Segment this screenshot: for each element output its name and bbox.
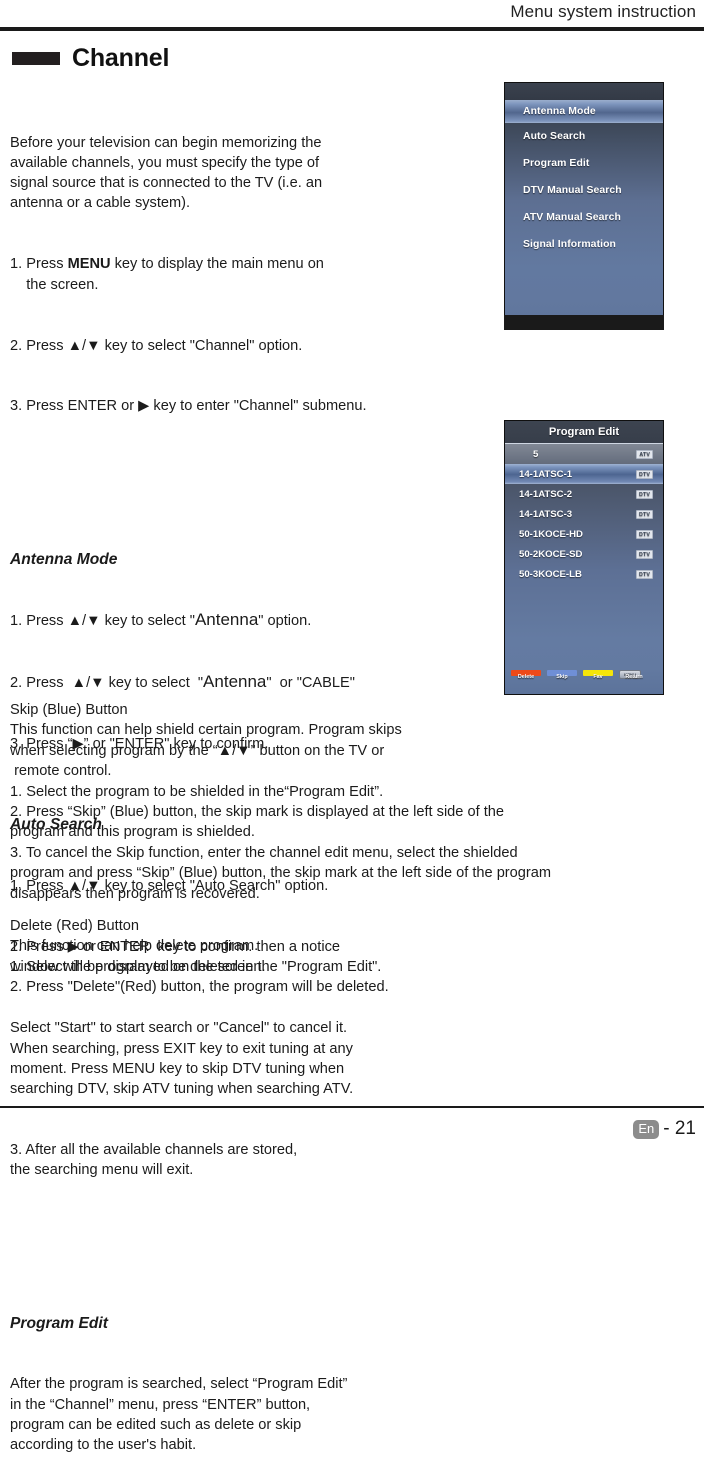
antenna-step-2-c: " or "CABLE" bbox=[266, 675, 355, 692]
spacer-1 bbox=[10, 478, 480, 489]
osd-menu-item-label: Antenna Mode bbox=[523, 106, 596, 117]
antenna-step-1-c: " option. bbox=[258, 613, 312, 630]
page-footer: En - 21 bbox=[633, 1118, 696, 1140]
osd-color-button[interactable]: MENU Return bbox=[619, 670, 649, 680]
osd-channel-type-badge: DTV bbox=[636, 489, 653, 499]
osd-channel-type-badge: DTV bbox=[636, 469, 653, 479]
osd-channel-name: 50-1KOCE-HD bbox=[519, 528, 583, 540]
osd-color-button[interactable]: Delete bbox=[511, 670, 541, 680]
osd-channel-name: 50-3KOCE-LB bbox=[519, 568, 582, 580]
intro-step-2: 2. Press ▲/▼ key to select "Channel" opt… bbox=[10, 337, 303, 354]
osd-channel-type-badge: DTV bbox=[636, 569, 653, 579]
program-edit-heading: Program Edit bbox=[10, 1314, 108, 1332]
osd-menu-item[interactable]: Antenna Mode bbox=[505, 100, 663, 123]
osd-program-edit-row-list: 5 ATV 14-1ATSC-1 DTV 14-1ATSC-2 DTV 14-1ATSC-3… bbox=[505, 444, 663, 584]
antenna-step-1: 1. Press ▲/▼ key to select "Antenna" opt… bbox=[10, 610, 480, 631]
skip-button-section: Skip (Blue) Button This function can hel… bbox=[10, 700, 670, 904]
skip-section-heading: Skip (Blue) Button bbox=[10, 702, 128, 718]
osd-channel-type-badge: DTV bbox=[636, 529, 653, 539]
intro-step-1-key: MENU bbox=[67, 256, 111, 273]
osd-channel-row[interactable]: 50-1KOCE-HD DTV bbox=[505, 524, 663, 544]
osd-antenna-item-list: Antenna Mode Auto Search Program Edit DTV M… bbox=[505, 100, 663, 258]
osd-channel-name: 50-2KOCE-SD bbox=[519, 548, 583, 560]
osd-channel-type-badge: DTV bbox=[636, 509, 653, 519]
osd-color-button-label: Delete bbox=[517, 674, 535, 680]
osd-channel-name: 14-1ATSC-2 bbox=[519, 488, 573, 500]
osd-color-button[interactable]: Skip bbox=[547, 670, 577, 680]
osd-channel-row[interactable]: 14-1ATSC-3 DTV bbox=[505, 504, 663, 524]
osd-channel-name: 14-1ATSC-3 bbox=[519, 508, 573, 520]
osd-program-edit-color-buttons: Delete Skip Fav MENU Return bbox=[505, 670, 663, 686]
osd-channel-type-badge: ATV bbox=[636, 449, 653, 459]
delete-section-heading: Delete (Red) Button bbox=[10, 918, 139, 934]
auto-search-body: Select "Start" to start search or "Cance… bbox=[10, 1020, 354, 1098]
page-header-title: Menu system instruction bbox=[510, 2, 696, 21]
osd-menu-item[interactable]: ATV Manual Search bbox=[505, 204, 663, 231]
osd-menu-item-label: Program Edit bbox=[523, 158, 590, 169]
antenna-step-2-a: 2. Press ▲/▼ key to select " bbox=[10, 675, 204, 692]
osd-channel-name: 5 bbox=[533, 448, 539, 460]
antenna-step-1-a: 1. Press ▲/▼ key to select " bbox=[10, 613, 195, 630]
osd-program-edit-menu: Program Edit 5 ATV 14-1ATSC-1 DTV 14-1ATSC-2… bbox=[504, 420, 664, 695]
intro-step-3: 3. Press ENTER or ▶ key to enter "Channe… bbox=[10, 398, 367, 415]
osd-color-button-label: Skip bbox=[556, 674, 568, 680]
osd-color-button-label: Fav bbox=[593, 674, 603, 680]
spacer-2 bbox=[10, 1242, 480, 1253]
page-header: Menu system instruction bbox=[0, 0, 704, 34]
osd-channel-row[interactable]: 14-1ATSC-2 DTV bbox=[505, 484, 663, 504]
osd-menu-item[interactable]: DTV Manual Search bbox=[505, 177, 663, 204]
osd-menu-item-label: DTV Manual Search bbox=[523, 185, 622, 196]
osd-channel-row[interactable]: 5 ATV bbox=[505, 444, 663, 464]
footer-page-number: - 21 bbox=[663, 1118, 696, 1139]
osd-channel-row[interactable]: 14-1ATSC-1 DTV bbox=[505, 464, 663, 484]
osd-menu-item[interactable]: Signal Information bbox=[505, 231, 663, 258]
antenna-step-2-b: Antenna bbox=[203, 672, 267, 692]
section-heading: Channel bbox=[12, 44, 169, 73]
osd-channel-row[interactable]: 50-3KOCE-LB DTV bbox=[505, 564, 663, 584]
intro-paragraph: Before your television can begin memoriz… bbox=[10, 134, 323, 212]
osd-color-button[interactable]: Fav bbox=[583, 670, 613, 680]
program-edit-body: After the program is searched, select “P… bbox=[10, 1376, 348, 1454]
osd-program-edit-title: Program Edit bbox=[505, 421, 663, 444]
osd-menu-item[interactable]: Program Edit bbox=[505, 150, 663, 177]
header-divider bbox=[0, 27, 704, 31]
osd-menu-item-label: ATV Manual Search bbox=[523, 212, 621, 223]
osd-channel-type-badge: DTV bbox=[636, 549, 653, 559]
intro-step-1: 1. Press MENU key to display the main me… bbox=[10, 254, 480, 295]
antenna-step-2: 2. Press ▲/▼ key to select "Antenna" or … bbox=[10, 672, 480, 693]
delete-section-body: This function can help delete program. 1… bbox=[10, 938, 389, 996]
osd-antenna-bottom-band bbox=[504, 315, 664, 330]
antenna-mode-heading: Antenna Mode bbox=[10, 550, 118, 568]
osd-menu-item[interactable]: Auto Search bbox=[505, 123, 663, 150]
antenna-step-1-b: Antenna bbox=[194, 610, 259, 630]
delete-button-section: Delete (Red) Button This function can he… bbox=[10, 916, 670, 998]
osd-menu-item-label: Auto Search bbox=[523, 131, 586, 142]
auto-search-step-3: 3. After all the available channels are … bbox=[10, 1142, 298, 1179]
section-bullet-icon bbox=[12, 52, 60, 65]
osd-color-button-label: Return bbox=[625, 674, 643, 680]
osd-menu-item-label: Signal Information bbox=[523, 239, 617, 250]
osd-antenna-titlebar bbox=[505, 83, 663, 100]
intro-step-1-prefix: 1. Press bbox=[10, 256, 68, 273]
osd-channel-row[interactable]: 50-2KOCE-SD DTV bbox=[505, 544, 663, 564]
footer-divider bbox=[0, 1106, 704, 1108]
osd-channel-name: 14-1ATSC-1 bbox=[519, 468, 573, 480]
osd-antenna-mode-menu: Antenna Mode Auto Search Program Edit DTV M… bbox=[504, 82, 664, 330]
footer-language-badge: En bbox=[633, 1119, 660, 1139]
section-title-text: Channel bbox=[72, 44, 170, 72]
skip-section-body: This function can help shield certain pr… bbox=[10, 722, 552, 902]
